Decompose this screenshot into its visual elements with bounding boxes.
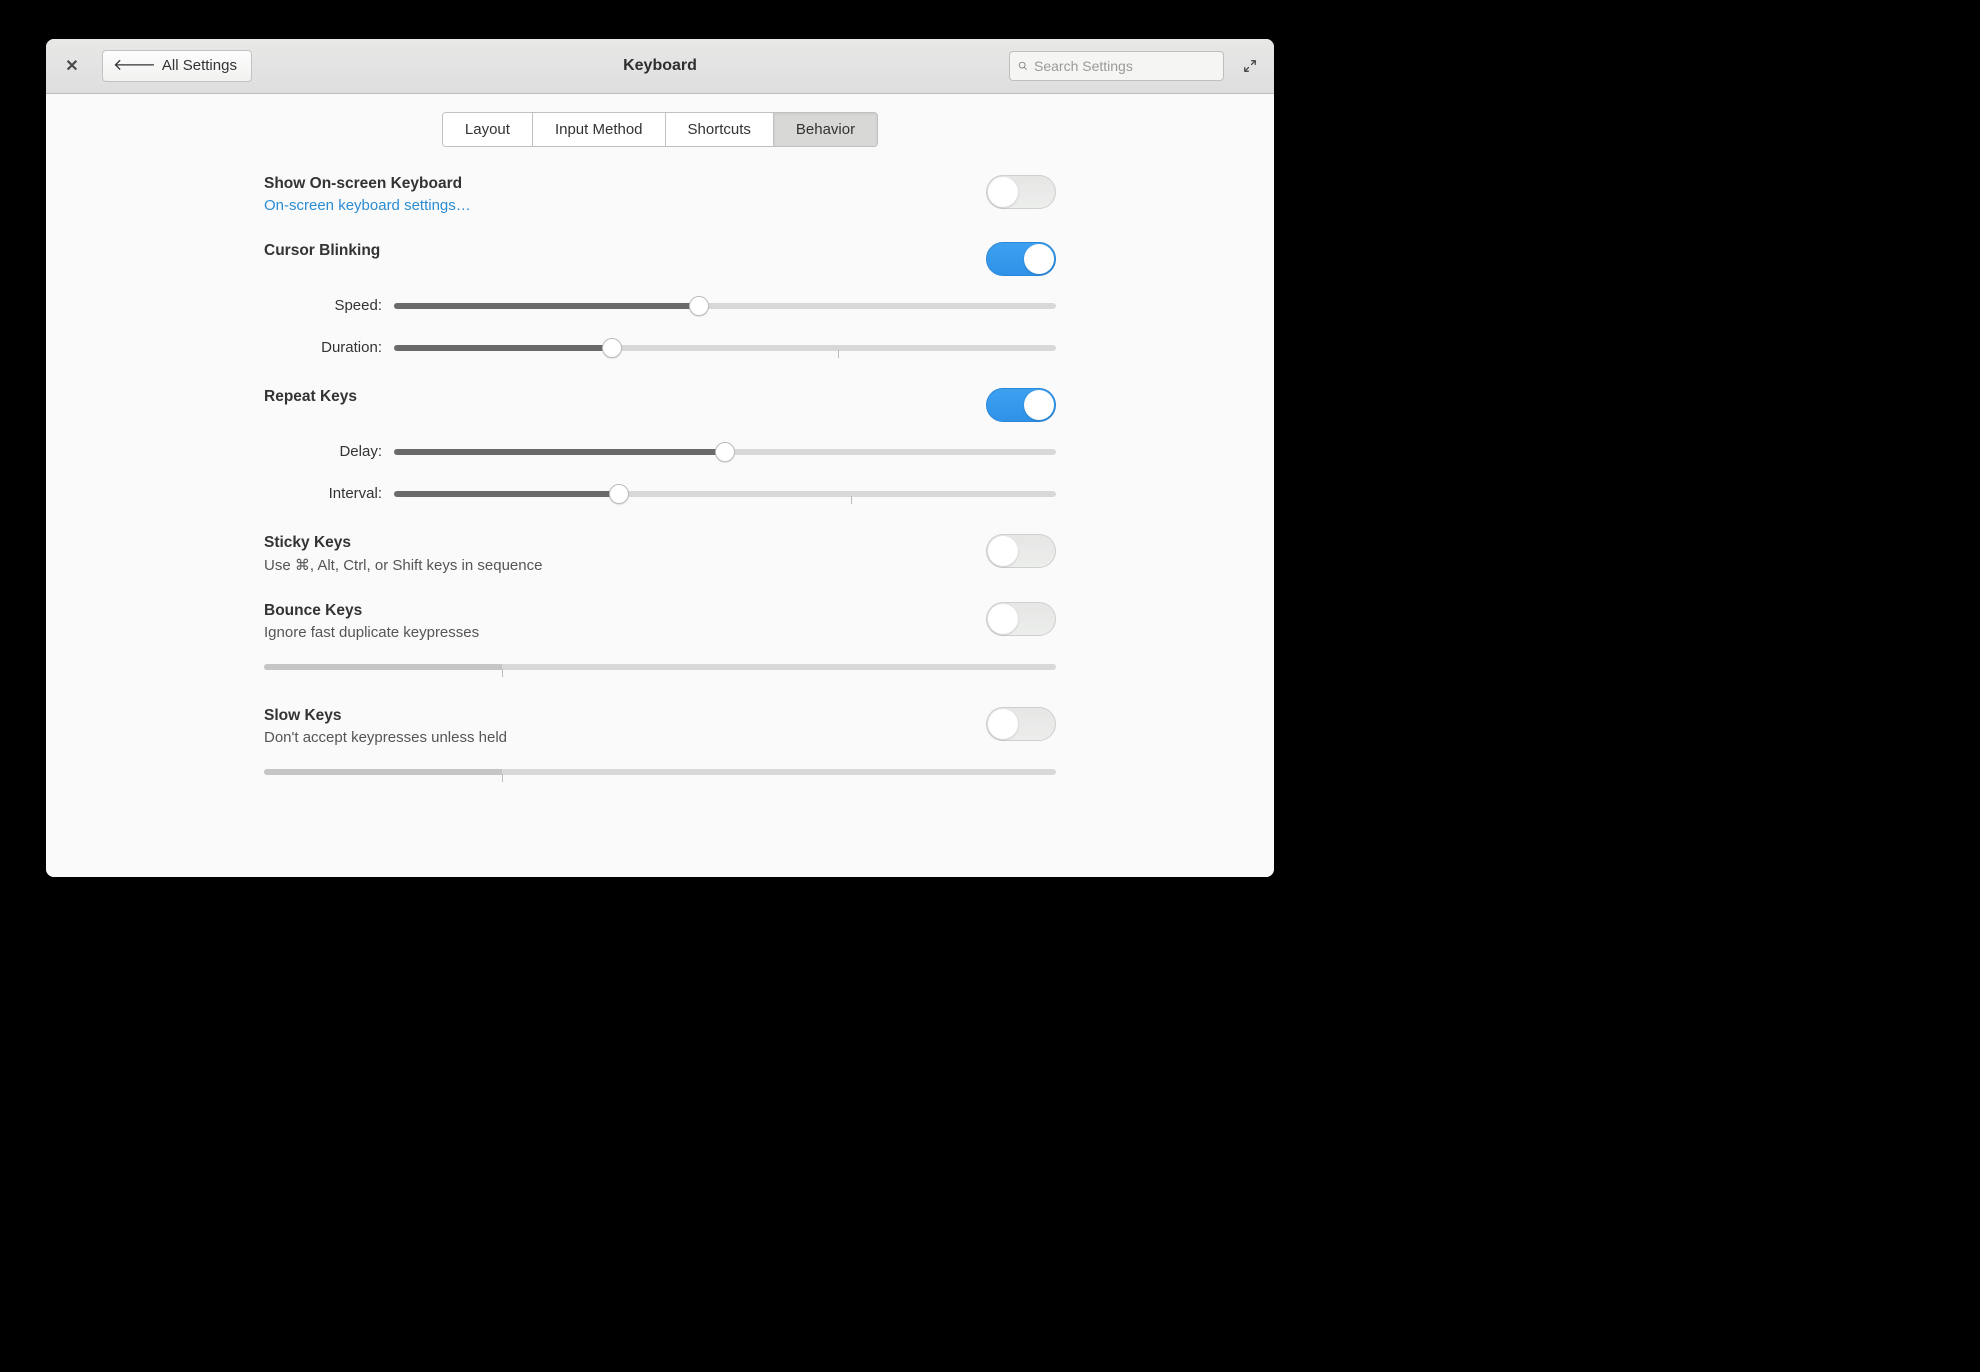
repeat-keys-toggle[interactable] xyxy=(986,388,1056,422)
search-input[interactable] xyxy=(1034,58,1215,74)
bounce-keys-toggle[interactable] xyxy=(986,602,1056,636)
slow-keys-title: Slow Keys xyxy=(264,707,986,725)
repeat-interval-slider[interactable] xyxy=(394,482,1056,506)
bounce-keys-sub: Ignore fast duplicate keypresses xyxy=(264,624,986,641)
section-bounce-keys: Bounce Keys Ignore fast duplicate keypre… xyxy=(264,602,1056,679)
slow-keys-slider-row xyxy=(264,760,1056,784)
slow-keys-toggle[interactable] xyxy=(986,707,1056,741)
cursor-speed-row: Speed: xyxy=(264,294,1056,318)
bounce-keys-title: Bounce Keys xyxy=(264,602,986,620)
maximize-icon xyxy=(1243,59,1257,73)
page-title: Keyboard xyxy=(623,57,697,75)
tab-input-method[interactable]: Input Method xyxy=(533,113,666,146)
tab-group: Layout Input Method Shortcuts Behavior xyxy=(442,112,878,147)
back-all-settings-button[interactable]: 🡐 All Settings xyxy=(102,50,252,82)
section-onscreen-keyboard: Show On-screen Keyboard On-screen keyboa… xyxy=(264,175,1056,214)
back-button-label: All Settings xyxy=(162,57,237,74)
onscreen-keyboard-settings-link[interactable]: On-screen keyboard settings… xyxy=(264,197,986,214)
bounce-keys-slider-row xyxy=(264,655,1056,679)
content-scroll[interactable]: Layout Input Method Shortcuts Behavior S… xyxy=(46,94,1274,877)
back-arrow-icon: 🡐 xyxy=(113,58,156,74)
cursor-speed-label: Speed: xyxy=(264,297,394,314)
section-repeat-keys: Repeat Keys Delay: Interval: xyxy=(264,388,1056,506)
onscreen-keyboard-title: Show On-screen Keyboard xyxy=(264,175,986,193)
tab-bar: Layout Input Method Shortcuts Behavior xyxy=(46,112,1274,147)
search-field-wrapper[interactable] xyxy=(1009,51,1224,81)
cursor-duration-slider[interactable] xyxy=(394,336,1056,360)
tab-layout[interactable]: Layout xyxy=(443,113,533,146)
section-cursor-blinking: Cursor Blinking Speed: Duration: xyxy=(264,242,1056,360)
repeat-keys-title: Repeat Keys xyxy=(264,388,986,406)
slow-keys-sub: Don't accept keypresses unless held xyxy=(264,729,986,746)
close-icon: ✕ xyxy=(65,56,78,76)
titlebar: ✕ 🡐 All Settings Keyboard xyxy=(46,39,1274,94)
repeat-delay-row: Delay: xyxy=(264,440,1056,464)
cursor-blinking-toggle[interactable] xyxy=(986,242,1056,276)
repeat-interval-label: Interval: xyxy=(264,485,394,502)
sticky-keys-toggle[interactable] xyxy=(986,534,1056,568)
settings-area: Show On-screen Keyboard On-screen keyboa… xyxy=(260,175,1060,852)
sticky-keys-title: Sticky Keys xyxy=(264,534,986,552)
section-slow-keys: Slow Keys Don't accept keypresses unless… xyxy=(264,707,1056,784)
close-button[interactable]: ✕ xyxy=(62,56,82,76)
repeat-delay-slider[interactable] xyxy=(394,440,1056,464)
cursor-blinking-title: Cursor Blinking xyxy=(264,242,986,260)
titlebar-right xyxy=(1009,51,1258,81)
onscreen-keyboard-toggle[interactable] xyxy=(986,175,1056,209)
section-sticky-keys: Sticky Keys Use ⌘, Alt, Ctrl, or Shift k… xyxy=(264,534,1056,574)
cursor-duration-row: Duration: xyxy=(264,336,1056,360)
bounce-keys-slider[interactable] xyxy=(264,655,1056,679)
settings-window: ✕ 🡐 All Settings Keyboard Layout Input M… xyxy=(46,39,1274,877)
repeat-delay-label: Delay: xyxy=(264,443,394,460)
repeat-interval-row: Interval: xyxy=(264,482,1056,506)
tab-behavior[interactable]: Behavior xyxy=(774,113,877,146)
slow-keys-slider[interactable] xyxy=(264,760,1056,784)
cursor-duration-label: Duration: xyxy=(264,339,394,356)
search-icon xyxy=(1018,59,1028,73)
cursor-speed-slider[interactable] xyxy=(394,294,1056,318)
maximize-button[interactable] xyxy=(1242,58,1258,74)
tab-shortcuts[interactable]: Shortcuts xyxy=(666,113,774,146)
sticky-keys-sub: Use ⌘, Alt, Ctrl, or Shift keys in seque… xyxy=(264,556,986,574)
